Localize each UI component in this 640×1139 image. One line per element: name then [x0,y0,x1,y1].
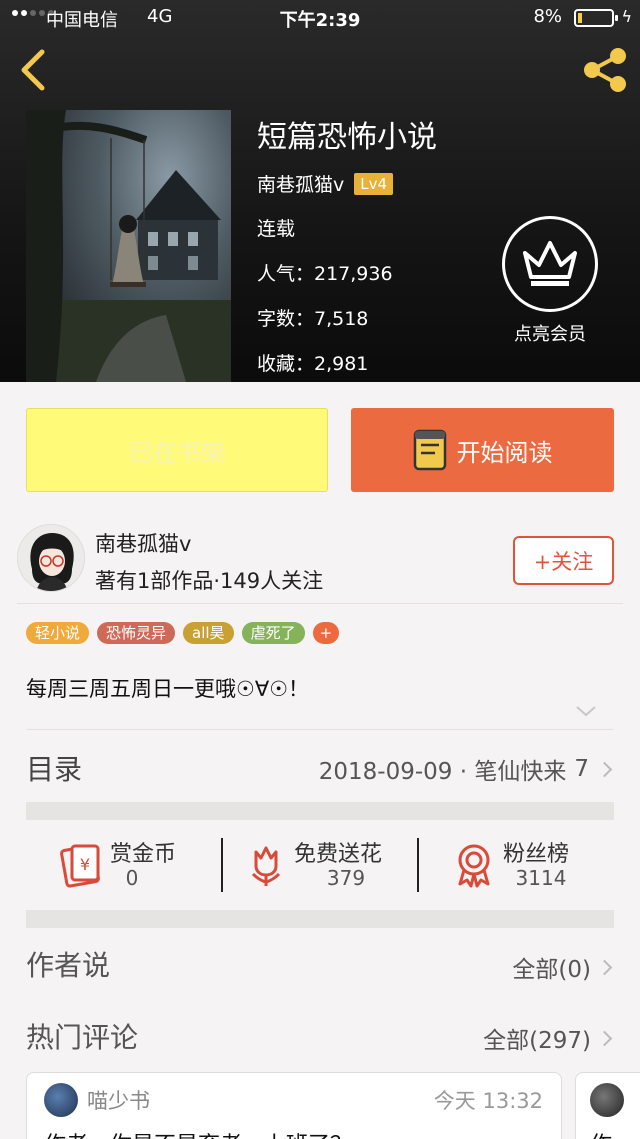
on-shelf-label: 已在书架 [129,438,225,467]
tag-item[interactable]: 虐死了 [241,622,305,644]
follow-button[interactable]: +关注 [513,536,614,585]
level-badge: Lv4 [354,172,394,195]
battery-percent: 8% [533,6,562,27]
comment-text: 作者，你是不是弃者，上班了？ [44,1127,352,1139]
tag-item[interactable]: 轻小说 [26,622,90,644]
author-says-count: 全部(0) [512,957,591,983]
svg-text:¥: ¥ [80,855,90,874]
stat-value: 3114 [515,866,567,890]
hot-comments-all-link[interactable]: 全部(297) [483,1021,613,1055]
tag-item[interactable]: 恐怖灵异 [97,622,176,644]
start-reading-label: 开始阅读 [456,438,553,467]
flower-icon [251,846,281,886]
divider [17,603,623,604]
crown-icon [523,241,577,286]
author-says-title: 作者说 [26,949,111,982]
chevron-right-icon [596,1030,613,1046]
stat-value: 379 [326,866,366,890]
share-icon [584,48,626,92]
favorites-count: 收藏：2,981 [257,353,369,375]
share-button[interactable] [580,46,630,94]
reward-coins[interactable]: ¥ 赏金币 0 [26,822,221,910]
tag-list: 轻小说 恐怖灵异 all昊 虐死了 + [26,622,340,644]
latest-chapter: 2018-09-09 · 笔仙快来 [318,759,567,785]
author-avatar[interactable] [17,524,85,592]
book-description: 每周三周五周日一更哦☉∀☉！ [26,677,310,701]
back-arrow-icon [21,49,45,91]
comment-card[interactable]: 喵少书 今天 13:32 作者，你是不是弃者，上班了？ [26,1072,562,1139]
hot-comments-title: 热门评论 [26,1021,139,1054]
on-shelf-button[interactable]: 已在书架 [26,408,328,492]
send-flowers[interactable]: 免费送花 379 [223,822,417,910]
avatar-illustration [18,525,84,591]
status-bar: 中国电信 4G 下午2:39 8% ϟ [0,0,640,36]
avatar[interactable] [44,1083,78,1117]
stats-row: ¥ 赏金币 0 免费送花 379 粉丝榜 3114 [26,822,614,910]
hot-comments-count: 全部(297) [483,1028,591,1054]
start-reading-button[interactable]: 开始阅读 [351,408,614,492]
popularity: 人气：217,936 [257,263,393,285]
vip-circle [502,216,598,312]
author-name-link[interactable]: 南巷孤猫v [95,528,191,558]
cover-illustration [26,110,231,382]
section-separator [26,910,614,928]
section-separator [26,802,614,820]
chapter-count: 7 [574,756,589,782]
word-count: 字数：7,518 [257,308,369,330]
author-stats: 著有1部作品·149人关注 [95,569,324,593]
chevron-down-icon[interactable] [575,704,597,718]
comment-card[interactable]: 作 [575,1072,640,1139]
stat-label: 免费送花 [294,842,383,867]
avatar[interactable] [590,1083,624,1117]
stat-label: 赏金币 [110,842,177,867]
comment-text: 作 [590,1127,612,1139]
follow-label: +关注 [533,549,594,574]
stat-label: 粉丝榜 [503,842,570,867]
book-cover[interactable] [26,110,231,382]
chevron-right-icon [596,761,613,777]
back-button[interactable] [14,48,54,92]
tag-item[interactable]: all昊 [183,622,234,644]
charging-icon: ϟ [621,7,632,26]
toc-link[interactable]: 2018-09-09 · 笔仙快来 7 [318,752,613,786]
author-row[interactable]: 南巷孤猫v Lv4 [257,170,394,197]
add-tag-button[interactable]: + [312,622,340,644]
book-title: 短篇恐怖小说 [257,120,437,155]
vip-button[interactable]: 点亮会员 [500,216,600,346]
book-icon [413,429,446,471]
book-header: 中国电信 4G 下午2:39 8% ϟ 短篇恐怖小说 南巷孤猫v Lv4 连载 … [0,0,640,382]
serial-status: 连载 [257,218,296,240]
author-says-all-link[interactable]: 全部(0) [512,950,613,984]
comment-user[interactable]: 喵少书 [87,1085,150,1115]
fan-ranking[interactable]: 粉丝榜 3114 [419,822,614,910]
red-envelope-icon: ¥ [60,844,100,888]
divider [26,729,614,730]
author-name[interactable]: 南巷孤猫v [257,170,344,197]
chevron-right-icon [596,959,613,975]
battery-icon [574,9,618,27]
medal-icon [458,844,490,888]
stat-value: 0 [125,866,139,890]
vip-label: 点亮会员 [514,324,586,345]
toc-title[interactable]: 目录 [26,748,82,788]
comment-time: 今天 13:32 [433,1089,543,1113]
